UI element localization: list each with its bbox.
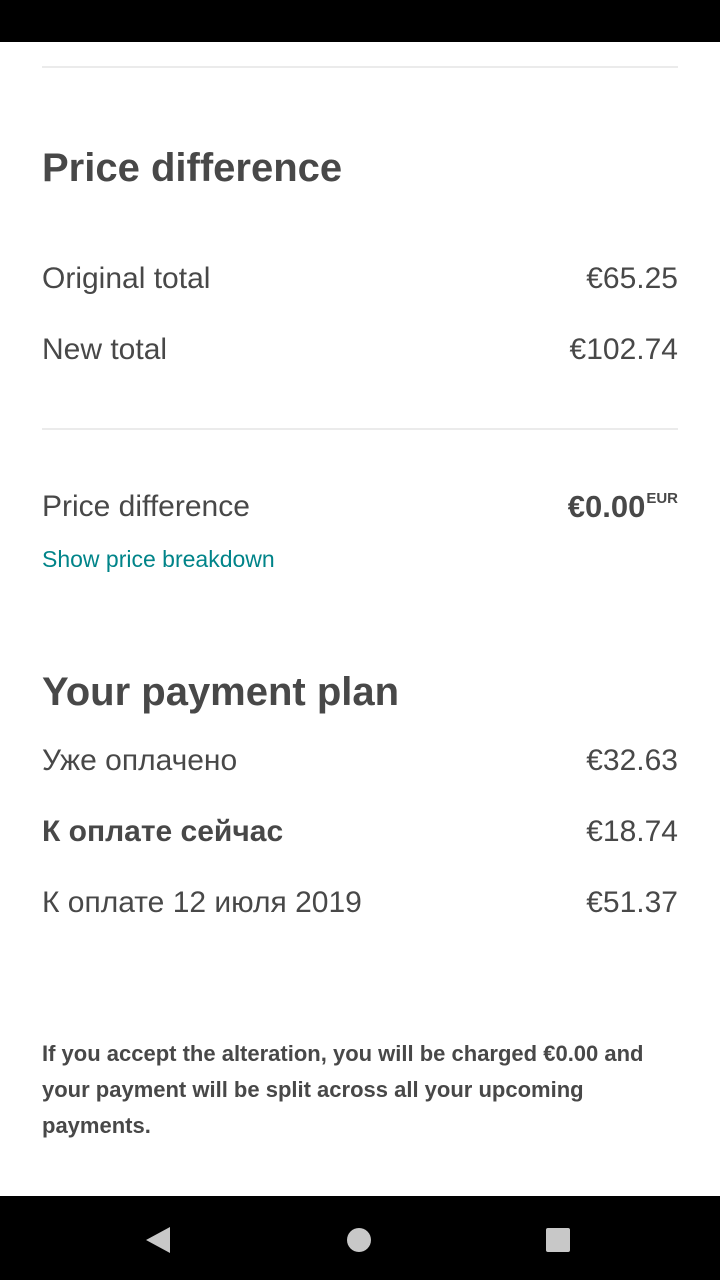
- due-later-value: €51.37: [586, 886, 678, 919]
- back-button[interactable]: [138, 1220, 178, 1260]
- new-total-value: €102.74: [569, 333, 678, 366]
- due-now-label: К оплате сейчас: [42, 815, 284, 848]
- original-total-value: €65.25: [586, 262, 678, 295]
- payment-plan-title: Your payment plan: [42, 670, 400, 714]
- paid-label: Уже оплачено: [42, 744, 238, 777]
- price-difference-label: Price difference: [42, 490, 250, 523]
- price-difference-amount: €0.00EUR: [568, 489, 678, 525]
- status-bar: [0, 0, 720, 42]
- payment-plan-row: К оплате сейчас €18.74: [42, 807, 678, 857]
- currency-code: EUR: [646, 490, 678, 507]
- price-difference-title: Price difference: [42, 146, 343, 190]
- navigation-bar: [0, 1196, 720, 1280]
- new-total-label: New total: [42, 333, 168, 366]
- payment-plan-row: Уже оплачено €32.63: [42, 736, 678, 786]
- show-price-breakdown-link[interactable]: Show price breakdown: [42, 546, 275, 573]
- recents-square-icon: [546, 1228, 570, 1252]
- original-total-label: Original total: [42, 262, 211, 295]
- home-button[interactable]: [339, 1220, 379, 1260]
- new-total-row: New total €102.74: [42, 325, 678, 375]
- section-divider: [42, 428, 678, 430]
- home-circle-icon: [347, 1228, 371, 1252]
- alteration-details: Price difference Original total €65.25 N…: [0, 42, 720, 1196]
- recents-button[interactable]: [538, 1220, 578, 1260]
- due-later-label: К оплате 12 июля 2019: [42, 886, 362, 919]
- price-difference-value: €0.00: [567, 489, 646, 524]
- back-triangle-icon: [146, 1227, 170, 1253]
- payment-plan-row: К оплате 12 июля 2019 €51.37: [42, 878, 678, 928]
- due-now-value: €18.74: [586, 815, 678, 848]
- price-difference-row: Price difference €0.00EUR: [42, 482, 678, 532]
- top-divider: [42, 66, 678, 68]
- paid-value: €32.63: [586, 744, 678, 777]
- alteration-note: If you accept the alteration, you will b…: [42, 1041, 644, 1138]
- original-total-row: Original total €65.25: [42, 254, 678, 304]
